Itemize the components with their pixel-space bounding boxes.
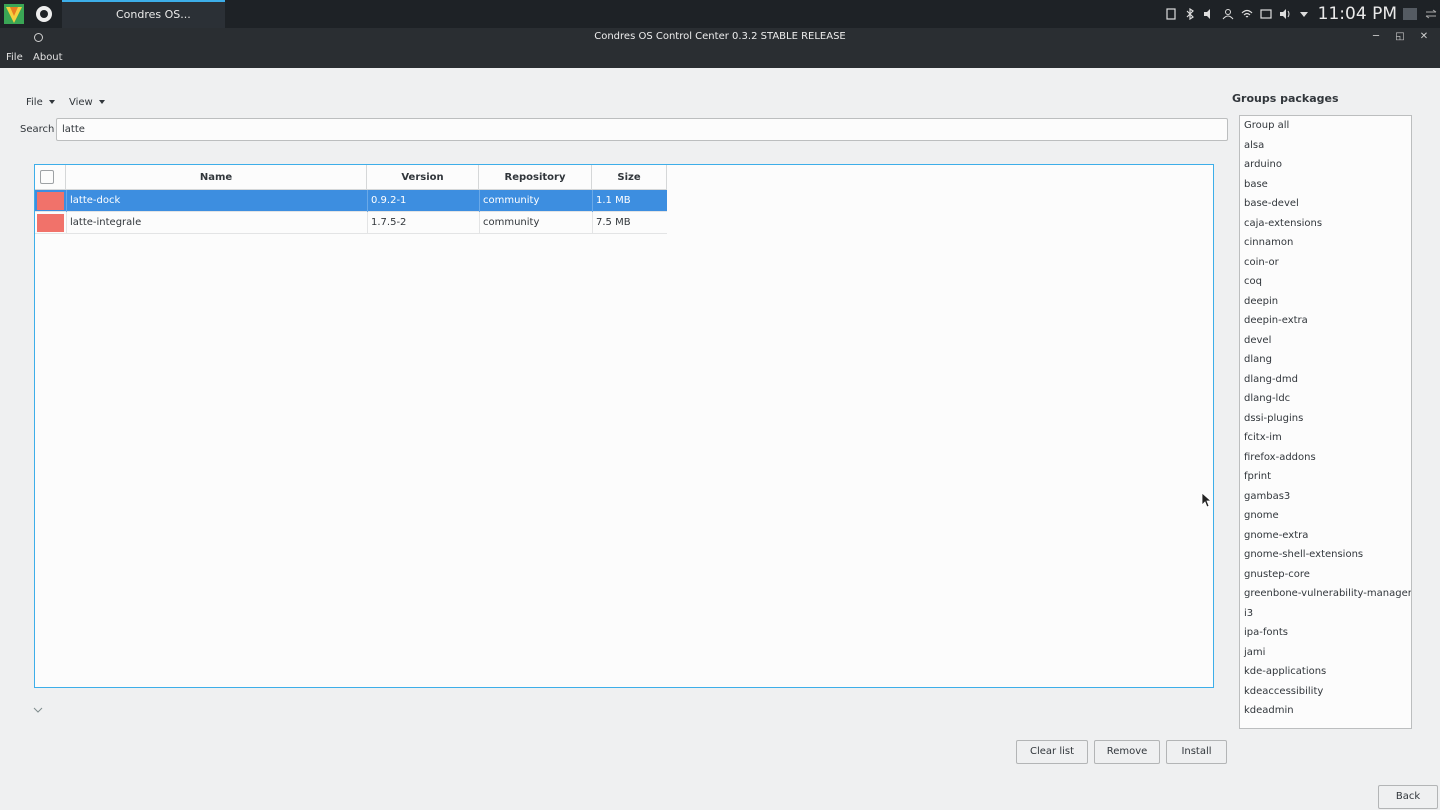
group-item[interactable]: gnustep-core	[1240, 565, 1411, 585]
group-item[interactable]: fcitx-im	[1240, 428, 1411, 448]
system-tray: 11:04 PM	[1162, 0, 1440, 28]
taskbar-task-label: Condres OS...	[116, 8, 191, 21]
group-item[interactable]: kdeaccessibility	[1240, 682, 1411, 702]
package-status-swatch	[37, 214, 64, 232]
minimize-icon[interactable]: ─	[1370, 31, 1382, 43]
group-item[interactable]: dlang-dmd	[1240, 370, 1411, 390]
package-name: latte-integrale	[66, 212, 367, 234]
column-header-size[interactable]: Size	[592, 165, 667, 190]
install-button[interactable]: Install	[1166, 740, 1227, 764]
window-title: Condres OS Control Center 0.3.2 STABLE R…	[594, 31, 846, 42]
package-repository: community	[479, 190, 592, 212]
column-header-name[interactable]: Name	[66, 165, 367, 190]
group-item[interactable]: caja-extensions	[1240, 214, 1411, 234]
group-item[interactable]: gambas3	[1240, 487, 1411, 507]
group-item[interactable]: fprint	[1240, 467, 1411, 487]
maximize-icon[interactable]: ◱	[1394, 31, 1406, 43]
app-menu-icon[interactable]	[36, 6, 52, 22]
group-item[interactable]: base	[1240, 175, 1411, 195]
group-item[interactable]: dlang-ldc	[1240, 389, 1411, 409]
group-item[interactable]: gnome	[1240, 506, 1411, 526]
window-titlebar: Condres OS Control Center 0.3.2 STABLE R…	[0, 28, 1440, 48]
table-row[interactable]: latte-dock 0.9.2-1 community 1.1 MB	[35, 190, 667, 212]
mouse-cursor-icon	[1201, 492, 1211, 508]
menubar: File About	[0, 48, 1440, 68]
group-item[interactable]: greenbone-vulnerability-manager	[1240, 584, 1411, 604]
group-item[interactable]: kde-applications	[1240, 662, 1411, 682]
group-item[interactable]: gnome-extra	[1240, 526, 1411, 546]
storage-icon[interactable]	[1257, 0, 1276, 28]
header-select-cell	[35, 165, 66, 190]
group-item[interactable]: dlang	[1240, 350, 1411, 370]
group-item[interactable]: firefox-addons	[1240, 448, 1411, 468]
group-item[interactable]: deepin	[1240, 292, 1411, 312]
package-version: 1.7.5-2	[367, 212, 479, 234]
table-row[interactable]: latte-integrale 1.7.5-2 community 7.5 MB	[35, 212, 667, 234]
clear-list-button[interactable]: Clear list	[1016, 740, 1088, 764]
volume-icon[interactable]	[1200, 0, 1219, 28]
settings-switch-icon[interactable]	[1421, 0, 1440, 28]
search-label: Search	[20, 124, 55, 135]
group-item[interactable]: deepin-extra	[1240, 311, 1411, 331]
close-icon[interactable]: ✕	[1418, 31, 1430, 43]
back-button[interactable]: Back	[1378, 785, 1438, 809]
taskbar: Condres OS... 11:04 PM	[0, 0, 1440, 28]
desktop-pager-icon[interactable]	[1403, 8, 1417, 20]
group-item[interactable]: kdeadmin	[1240, 701, 1411, 721]
group-item[interactable]: jami	[1240, 643, 1411, 663]
wifi-icon[interactable]	[1238, 0, 1257, 28]
tray-expand-icon[interactable]	[1295, 0, 1314, 28]
groups-list[interactable]: Group all alsa arduino base base-devel caja-e…	[1239, 115, 1412, 729]
package-status-swatch	[37, 192, 64, 210]
group-item[interactable]: alsa	[1240, 136, 1411, 156]
group-item[interactable]: Group all	[1240, 116, 1411, 136]
search-input[interactable]	[56, 118, 1228, 141]
package-size: 7.5 MB	[592, 212, 667, 234]
view-dropdown[interactable]: View	[69, 97, 105, 108]
menu-file[interactable]: File	[6, 52, 23, 63]
package-table: Name Version Repository Size latte-dock …	[34, 164, 1214, 688]
file-dropdown[interactable]: File	[26, 97, 55, 108]
column-header-version[interactable]: Version	[367, 165, 479, 190]
group-item[interactable]: i3	[1240, 604, 1411, 624]
menu-about[interactable]: About	[33, 52, 63, 63]
expand-chevron-icon[interactable]	[32, 704, 44, 716]
group-item[interactable]: gnome-shell-extensions	[1240, 545, 1411, 565]
group-item[interactable]: devel	[1240, 331, 1411, 351]
group-item[interactable]: base-devel	[1240, 194, 1411, 214]
package-repository: community	[479, 212, 592, 234]
group-item[interactable]: coin-or	[1240, 253, 1411, 273]
group-item[interactable]: cinnamon	[1240, 233, 1411, 253]
launcher-icon[interactable]	[4, 4, 24, 24]
package-version: 0.9.2-1	[367, 190, 479, 212]
remove-button[interactable]: Remove	[1094, 740, 1160, 764]
group-item[interactable]: coq	[1240, 272, 1411, 292]
file-dropdown-label: File	[26, 97, 43, 108]
table-header: Name Version Repository Size	[35, 165, 667, 190]
chevron-down-icon	[48, 100, 55, 104]
view-dropdown-label: View	[69, 97, 93, 108]
taskbar-task-condres[interactable]: Condres OS...	[62, 0, 225, 28]
group-item[interactable]: dssi-plugins	[1240, 409, 1411, 429]
user-icon[interactable]	[1219, 0, 1238, 28]
group-item[interactable]: ipa-fonts	[1240, 623, 1411, 643]
select-all-checkbox[interactable]	[40, 170, 54, 184]
package-name: latte-dock	[66, 190, 367, 212]
groups-title: Groups packages	[1232, 92, 1339, 105]
clipboard-icon[interactable]	[1162, 0, 1181, 28]
clock[interactable]: 11:04 PM	[1318, 4, 1397, 24]
speaker-icon[interactable]	[1276, 0, 1295, 28]
group-item[interactable]: arduino	[1240, 155, 1411, 175]
bluetooth-icon[interactable]	[1181, 0, 1200, 28]
package-size: 1.1 MB	[592, 190, 667, 212]
chevron-down-icon	[98, 100, 105, 104]
column-header-repository[interactable]: Repository	[479, 165, 592, 190]
